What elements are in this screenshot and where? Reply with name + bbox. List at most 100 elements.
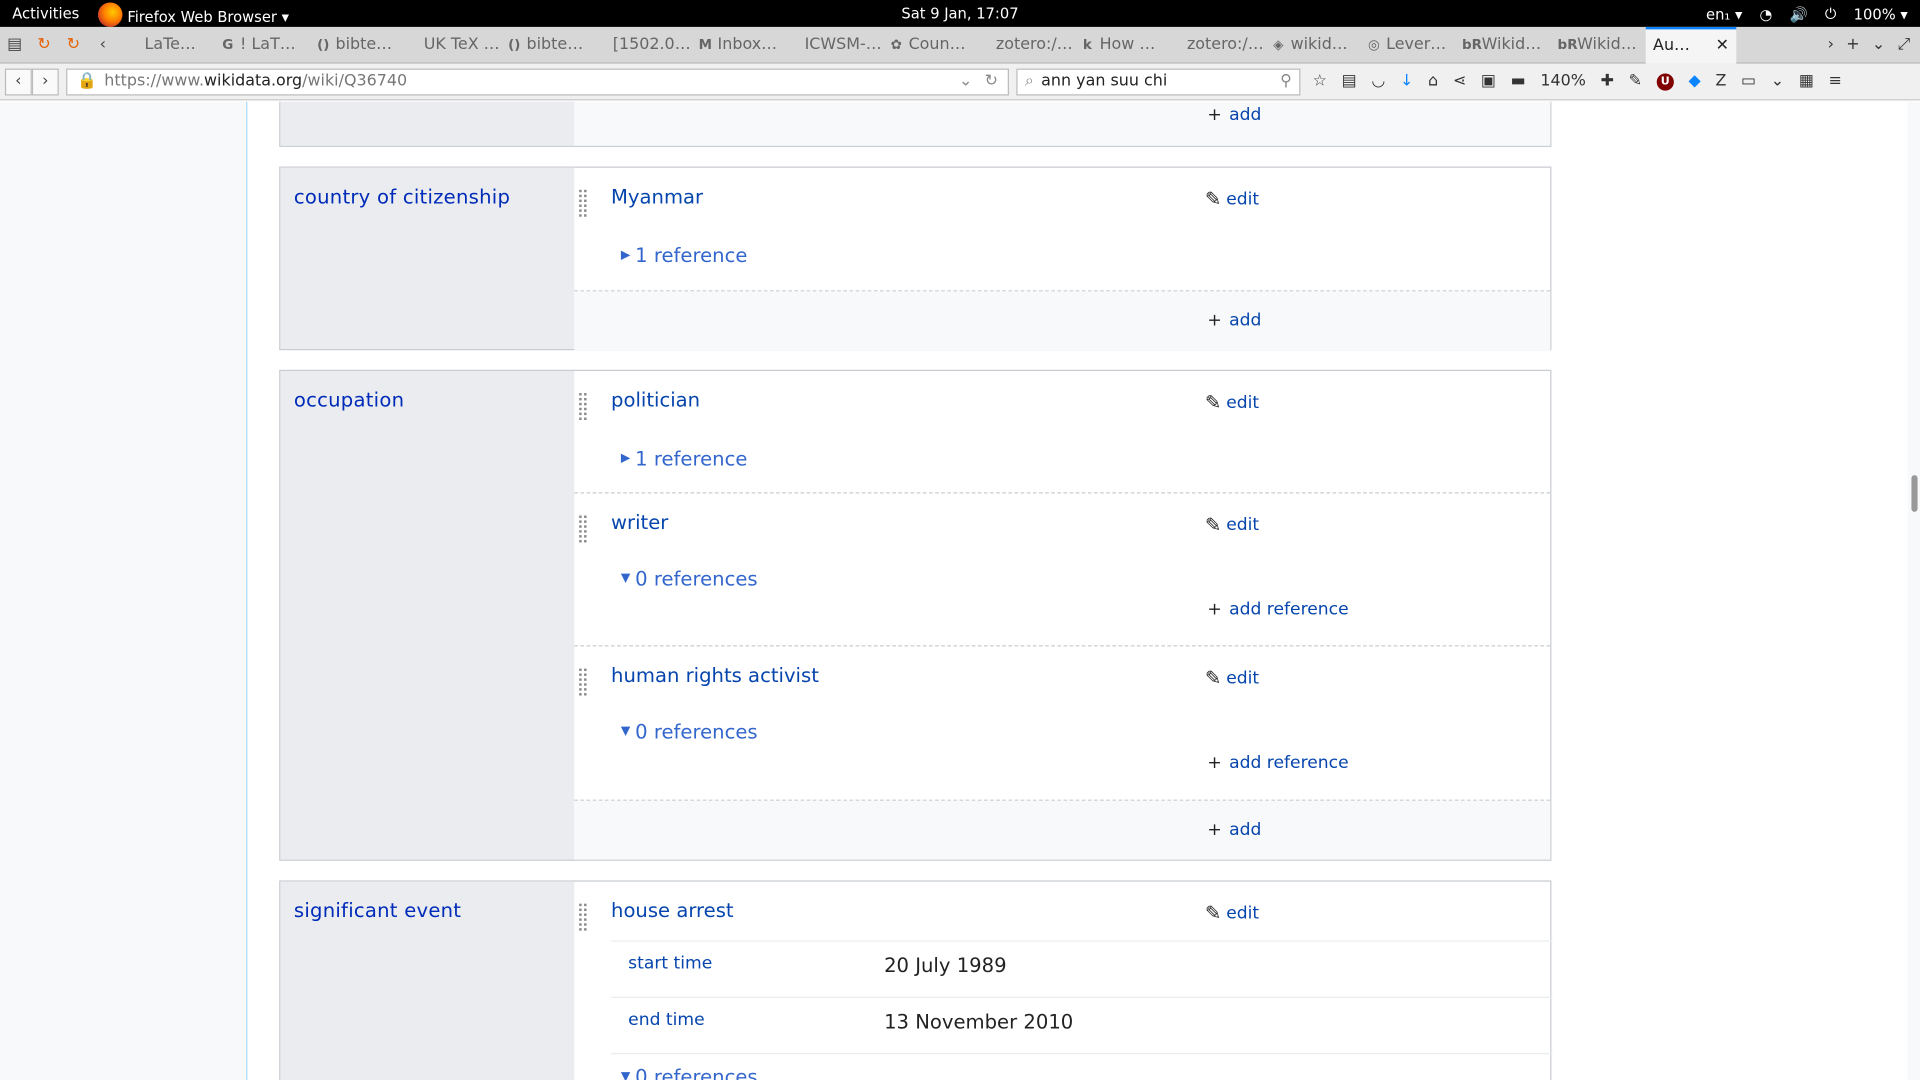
add-statement-link[interactable]: + add [1207, 105, 1261, 125]
edit-button[interactable]: ✎ edit [1205, 391, 1259, 414]
search-icon[interactable]: ⚲ [1280, 72, 1292, 90]
statement-value[interactable]: house arrest [611, 899, 734, 922]
add-statement-link[interactable]: + add [1207, 820, 1261, 840]
url-bar[interactable]: 🔒 https://www. wikidata.org/wiki/Q36740 ⌄… [66, 67, 1009, 95]
pocket-icon[interactable]: ◡ [1371, 72, 1385, 90]
statement-value[interactable]: human rights activist [611, 664, 819, 687]
notification-extension-icon[interactable]: ✎ [1629, 72, 1642, 90]
extension-icon[interactable]: ▣ [1481, 72, 1496, 90]
add-row: + add [574, 101, 1551, 146]
screenshot-extension-icon[interactable]: ▦ [1799, 72, 1814, 90]
add-reference-link[interactable]: + add reference [1207, 600, 1348, 620]
tab-0[interactable]: LaTe… [118, 36, 214, 54]
property-label[interactable]: occupation [280, 371, 575, 860]
tab-active[interactable]: Au… ✕ [1645, 26, 1737, 64]
tab-1[interactable]: G ! LaT… [213, 36, 309, 54]
overflow-chevron-icon[interactable]: ⌄ [1771, 72, 1784, 90]
tab-4[interactable]: () bibte… [500, 36, 596, 54]
references-toggle[interactable]: ▶ 1 reference [621, 447, 748, 470]
scrollbar-thumb[interactable] [1911, 475, 1918, 512]
add-statement-link[interactable]: + add [1207, 311, 1261, 331]
references-toggle[interactable]: ▼ 0 references [621, 720, 758, 743]
tab-groups-icon[interactable]: ▤ [0, 36, 29, 54]
search-bar[interactable]: ⌕ ann yan suu chi ⚲ [1016, 67, 1301, 95]
tab-5[interactable]: [1502.0… [595, 36, 691, 54]
list-all-tabs-icon[interactable]: ⌄ [1872, 36, 1885, 54]
system-tray[interactable]: en₁ ▾ ◔ 🔊 ⏻ 100% ▾ [1706, 5, 1908, 23]
tab-10[interactable]: k How … [1073, 36, 1169, 54]
reading-list-icon[interactable]: ▤ [1342, 72, 1357, 90]
tab-14[interactable]: bR Wikid… [1455, 36, 1551, 54]
home-icon[interactable]: ⌂ [1428, 72, 1438, 90]
reload-tab-icon-2[interactable]: ↻ [59, 36, 88, 54]
drag-handle-icon[interactable] [579, 189, 587, 217]
edit-button[interactable]: ✎ edit [1205, 187, 1259, 210]
zotero-icon[interactable]: Z [1715, 72, 1726, 90]
edit-button[interactable]: ✎ edit [1205, 901, 1259, 924]
drag-handle-icon[interactable] [579, 393, 587, 421]
zoom-in-icon[interactable]: ✚ [1601, 72, 1614, 90]
reload-tab-icon[interactable]: ↻ [29, 36, 58, 54]
keyboard-layout[interactable]: en₁ ▾ [1706, 6, 1742, 23]
reload-icon[interactable]: ↻ [985, 72, 998, 90]
close-tab-icon[interactable]: ✕ [1716, 37, 1729, 55]
tab-2[interactable]: () bibte… [309, 36, 405, 54]
pencil-icon: ✎ [1204, 187, 1222, 211]
share-icon[interactable]: ⋖ [1453, 72, 1466, 90]
drag-handle-icon[interactable] [579, 515, 587, 543]
qualifier-property[interactable]: end time [628, 1010, 704, 1030]
page-scrollbar[interactable] [1907, 101, 1920, 1080]
add-row: + add [574, 800, 1551, 860]
ublock-icon[interactable]: U [1656, 72, 1674, 91]
layers-extension-icon[interactable]: ◆ [1689, 72, 1701, 90]
tab-13[interactable]: ◎ Lever… [1359, 36, 1455, 54]
statement-value[interactable]: writer [611, 511, 668, 534]
tab-6[interactable]: M Inbox… [691, 36, 787, 54]
references-toggle[interactable]: ▼ 0 references [621, 567, 758, 590]
page-icon[interactable]: ▭ [1741, 72, 1756, 90]
bookmark-star-icon[interactable]: ☆ [1313, 72, 1327, 90]
search-engine-icon[interactable]: ⌕ [1025, 72, 1034, 90]
references-toggle[interactable]: ▼ 0 references [621, 1065, 758, 1080]
property-label[interactable]: significant event [280, 881, 575, 1080]
statement-value[interactable]: politician [611, 388, 700, 411]
zoom-level[interactable]: 140% [1540, 72, 1586, 90]
forward-button[interactable]: › [31, 67, 59, 95]
edit-button[interactable]: ✎ edit [1205, 513, 1259, 536]
references-toggle[interactable]: ▶ 1 reference [621, 244, 748, 267]
tab-favicon-icon: k [1082, 36, 1092, 53]
tab-9[interactable]: zotero:/… [977, 36, 1073, 54]
wifi-icon: ◔ [1759, 5, 1773, 23]
clock[interactable]: Sat 9 Jan, 17:07 [0, 5, 1920, 22]
edit-button[interactable]: ✎ edit [1205, 666, 1259, 689]
zoom-out-icon[interactable]: ▬ [1511, 72, 1526, 90]
tab-15[interactable]: bR Wikid… [1550, 36, 1646, 54]
tab-label: zotero:/… [1186, 35, 1264, 54]
scroll-tabs-right-icon[interactable]: › [1828, 36, 1834, 54]
back-button[interactable]: ‹ [4, 67, 32, 95]
property-label[interactable]: country of citizenship [280, 167, 575, 349]
statement-value[interactable]: Myanmar [611, 185, 703, 208]
tab-7[interactable]: ICWSM-… [786, 36, 882, 54]
tab-label: Lever… [1386, 35, 1447, 54]
tab-3[interactable]: UK TeX … [404, 36, 500, 54]
tab-8[interactable]: ✿ Coun… [882, 36, 978, 54]
drag-handle-icon[interactable] [579, 668, 587, 696]
hamburger-menu-icon[interactable]: ≡ [1829, 72, 1842, 90]
tab-label: ICWSM-… [804, 35, 882, 54]
tab-label: Coun… [908, 35, 966, 54]
tab-11[interactable]: zotero:/… [1168, 36, 1264, 54]
navigation-toolbar: ‹ › 🔒 https://www. wikidata.org/wiki/Q367… [0, 63, 1920, 101]
url-dropdown-icon[interactable]: ⌄ [959, 72, 972, 90]
qualifier-property[interactable]: start time [628, 954, 712, 974]
new-tab-icon[interactable]: + [1846, 36, 1859, 54]
qualifier-value: 20 July 1989 [884, 953, 1007, 978]
battery-level[interactable]: 100% ▾ [1854, 6, 1908, 23]
downloads-icon[interactable]: ↓ [1400, 72, 1413, 90]
add-reference-link[interactable]: + add reference [1207, 753, 1348, 773]
tab-12[interactable]: ◈ wikid… [1264, 36, 1360, 54]
drag-handle-icon[interactable] [579, 903, 587, 931]
search-input[interactable]: ann yan suu chi [1041, 72, 1167, 90]
fullscreen-icon[interactable]: ⤢ [1897, 36, 1910, 54]
scroll-tabs-left-icon[interactable]: ‹ [88, 36, 117, 54]
